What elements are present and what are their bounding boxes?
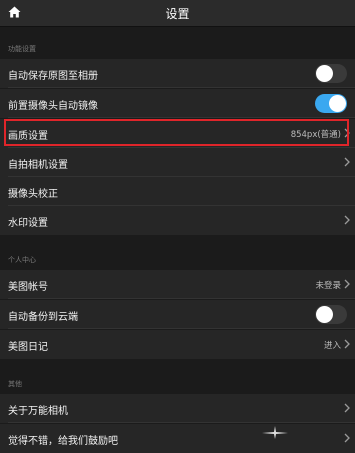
row-watermark-settings[interactable]: 水印设置	[0, 206, 355, 235]
divider	[8, 422, 355, 423]
row-meitu-diary[interactable]: 美图日记 进入	[0, 330, 355, 359]
row-label: 水印设置	[8, 218, 48, 229]
top-bar: 设置	[0, 0, 355, 27]
row-quality-settings[interactable]: 画质设置 854px(普通)	[0, 119, 355, 148]
toggle-knob	[316, 65, 333, 82]
front-mirror-toggle[interactable]	[315, 94, 347, 113]
row-front-camera-mirror[interactable]: 前置摄像头自动镜像	[0, 89, 355, 118]
row-camera-calibration[interactable]: 摄像头校正	[0, 177, 355, 206]
chevron-right-icon	[344, 128, 350, 138]
chevron-right-icon	[344, 433, 350, 443]
row-label: 自动备份到云端	[8, 312, 78, 323]
page-title: 设置	[165, 7, 190, 21]
row-label: 自动保存原图至相册	[8, 71, 98, 82]
row-label: 美图日记	[8, 342, 48, 353]
toggle-knob	[316, 306, 333, 323]
diary-enter-label: 进入	[323, 341, 341, 351]
row-about[interactable]: 关于万能相机	[0, 394, 355, 423]
auto-save-toggle[interactable]	[315, 64, 347, 83]
row-cloud-backup[interactable]: 自动备份到云端	[0, 300, 355, 329]
divider	[8, 117, 355, 118]
chevron-right-icon	[344, 279, 350, 289]
quality-value: 854px(普通)	[290, 130, 341, 140]
row-label: 美图帐号	[8, 282, 48, 293]
toggle-knob	[329, 95, 346, 112]
chevron-right-icon	[344, 339, 350, 349]
chevron-right-icon	[344, 403, 350, 413]
row-auto-save-original[interactable]: 自动保存原图至相册	[0, 59, 355, 88]
row-meitu-account[interactable]: 美图帐号 未登录	[0, 270, 355, 299]
account-status: 未登录	[315, 281, 341, 291]
cloud-backup-toggle[interactable]	[315, 305, 347, 324]
row-label: 觉得不错，给我们鼓励吧	[8, 436, 118, 447]
row-label: 前置摄像头自动镜像	[8, 101, 98, 112]
divider	[8, 328, 355, 329]
section-label-personal: 个人中心	[8, 256, 36, 264]
sparkle-decoration	[262, 426, 288, 439]
divider	[8, 298, 355, 299]
row-label: 关于万能相机	[8, 406, 68, 417]
section-label-other: 其他	[8, 380, 22, 388]
row-selfie-camera-settings[interactable]: 自拍相机设置	[0, 148, 355, 177]
row-label: 自拍相机设置	[8, 160, 68, 171]
row-label: 画质设置	[8, 131, 48, 142]
chevron-right-icon	[344, 157, 350, 167]
chevron-right-icon	[344, 215, 350, 225]
section-label-functions: 功能设置	[8, 45, 36, 53]
row-label: 摄像头校正	[8, 189, 58, 200]
divider	[8, 87, 355, 88]
